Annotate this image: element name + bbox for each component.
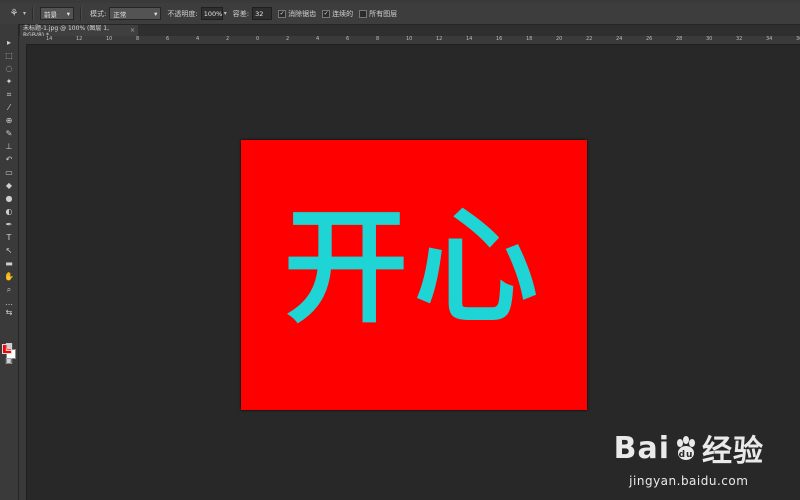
ruler-tick-label: 8 [136, 36, 140, 42]
all-layers-checkbox[interactable]: 所有图层 [359, 9, 397, 19]
vertical-ruler[interactable] [19, 44, 27, 500]
pen-tool-icon[interactable]: ✒ [3, 220, 15, 230]
ruler-tick-label: 20 [556, 36, 563, 42]
brush-tool-icon[interactable]: ✎ [3, 129, 15, 139]
path-selection-tool-icon[interactable]: ↖ [3, 246, 15, 256]
checkbox-empty-icon [359, 9, 368, 18]
document-tab-row: 未标题-1.jpg @ 100% (图层 1, RGB/8) * × [20, 25, 800, 39]
ruler-tick-label: 26 [646, 36, 653, 42]
move-tool-icon[interactable]: ▸ [3, 38, 15, 48]
watermark-url: jingyan.baidu.com [629, 474, 749, 488]
ruler-tick-label: 2 [226, 36, 230, 42]
ruler-tick-label: 16 [496, 36, 503, 42]
ruler-tick-label: 34 [766, 36, 773, 42]
anti-alias-label: 消除锯齿 [288, 9, 317, 18]
divider [80, 6, 83, 21]
screen-mode-icon[interactable]: ▣ [3, 356, 15, 366]
ruler-tick-label: 22 [586, 36, 593, 42]
swap-colors-icon[interactable]: ⇆ [3, 308, 15, 318]
tolerance-label: 容差: [232, 9, 250, 18]
fill-source-select[interactable]: 前景 ▾ [40, 7, 75, 20]
chevron-down-icon[interactable]: ▾ [23, 10, 26, 17]
ruler-tick-label: 18 [526, 36, 533, 42]
ruler-tick-label: 14 [466, 36, 473, 42]
ruler-tick-label: 6 [346, 36, 350, 42]
eyedropper-tool-icon[interactable]: ⁄ [3, 103, 15, 113]
contiguous-checkbox[interactable]: ✓ 连续的 [322, 9, 353, 19]
marquee-tool-icon[interactable]: ⬚ [3, 51, 15, 61]
ruler-tick-label: 24 [616, 36, 623, 42]
logo-text-left: Bai [613, 430, 670, 466]
document-canvas[interactable]: 开心 [241, 140, 587, 410]
paw-icon: du [672, 434, 700, 462]
type-tool-icon[interactable]: T [3, 233, 15, 243]
horizontal-ruler[interactable]: 14 12 10 8 6 4 2 0 2 4 6 8 10 12 14 16 18 20 22 24 26 28 30 32 3… [26, 36, 800, 45]
baidu-jingyan-watermark: Bai du 经验 jingyan.baidu.com [614, 426, 764, 489]
mode-value: 正常 [113, 10, 127, 19]
ruler-tick-label: 4 [196, 36, 200, 42]
ruler-corner [19, 36, 26, 44]
mode-label: 模式: [90, 9, 107, 18]
lasso-tool-icon[interactable]: ◌ [3, 64, 15, 74]
svg-text:du: du [679, 450, 694, 460]
divider [32, 6, 35, 21]
opacity-value: 100% [203, 9, 223, 18]
more-tools-icon[interactable]: … [3, 298, 15, 308]
anti-alias-checkbox[interactable]: ✓ 消除锯齿 [278, 9, 316, 19]
blur-tool-icon[interactable]: ● [3, 194, 15, 204]
all-layers-label: 所有图层 [369, 9, 398, 18]
chevron-down-icon: ▾ [66, 9, 71, 18]
tolerance-value: 32 [255, 9, 264, 18]
clone-stamp-tool-icon[interactable]: ⊥ [3, 142, 15, 152]
healing-brush-tool-icon[interactable]: ⊕ [3, 116, 15, 126]
rectangle-tool-icon[interactable]: ▬ [3, 259, 15, 269]
ruler-tick-label: 28 [676, 36, 683, 42]
baidu-logo: Bai du 经验 [614, 426, 764, 470]
magic-wand-tool-icon[interactable]: ✦ [3, 77, 15, 87]
ruler-tick-label: 12 [76, 36, 83, 42]
hand-tool-icon[interactable]: ✋ [3, 272, 15, 282]
contiguous-label: 连续的 [332, 9, 354, 18]
ruler-tick-label: 30 [706, 36, 713, 42]
ruler-tick-label: 6 [166, 36, 170, 42]
opacity-label: 不透明度: [167, 9, 198, 18]
logo-text-right: 经验 [702, 434, 764, 469]
ruler-tick-label: 10 [406, 36, 413, 42]
ruler-tick-label: 4 [316, 36, 320, 42]
close-icon[interactable]: × [130, 27, 135, 34]
checkmark-icon: ✓ [278, 9, 287, 18]
checkmark-icon: ✓ [322, 9, 331, 18]
quick-mask-icon[interactable]: ◙ [3, 342, 15, 352]
ruler-tick-label: 8 [376, 36, 380, 42]
chevron-down-icon: ▾ [154, 9, 158, 18]
history-brush-tool-icon[interactable]: ↶ [3, 155, 15, 165]
paint-bucket-tool-icon[interactable]: ◆ [3, 181, 15, 191]
ruler-tick-label: 10 [106, 36, 113, 42]
paint-bucket-icon[interactable]: ⚘ [6, 7, 22, 21]
crop-tool-icon[interactable]: ⌗ [3, 90, 15, 100]
opacity-input[interactable]: 100% [200, 7, 223, 20]
ruler-tick-label: 14 [46, 36, 53, 42]
ruler-tick-label: 32 [736, 36, 743, 42]
ruler-tick-label: 2 [286, 36, 290, 42]
canvas-text-layer[interactable]: 开心 [241, 198, 587, 338]
fill-source-value: 前景 [44, 10, 58, 19]
eraser-tool-icon[interactable]: ▭ [3, 168, 15, 178]
tolerance-input[interactable]: 32 [252, 7, 273, 20]
dodge-tool-icon[interactable]: ◐ [3, 207, 15, 217]
document-tab[interactable]: 未标题-1.jpg @ 100% (图层 1, RGB/8) * × [20, 25, 138, 39]
tools-panel: ▸ ⬚ ◌ ✦ ⌗ ⁄ ⊕ ✎ ⊥ ↶ ▭ ◆ ● ◐ ✒ T ↖ ▬ ✋ ⌕ … [0, 24, 19, 500]
ruler-tick-label: 0 [256, 36, 260, 42]
opacity-slider-toggle-icon[interactable]: ▾ [224, 10, 227, 17]
mode-select[interactable]: 正常 ▾ [109, 7, 162, 20]
zoom-tool-icon[interactable]: ⌕ [3, 285, 15, 295]
ruler-tick-label: 36 [796, 36, 800, 42]
ruler-tick-label: 12 [436, 36, 443, 42]
